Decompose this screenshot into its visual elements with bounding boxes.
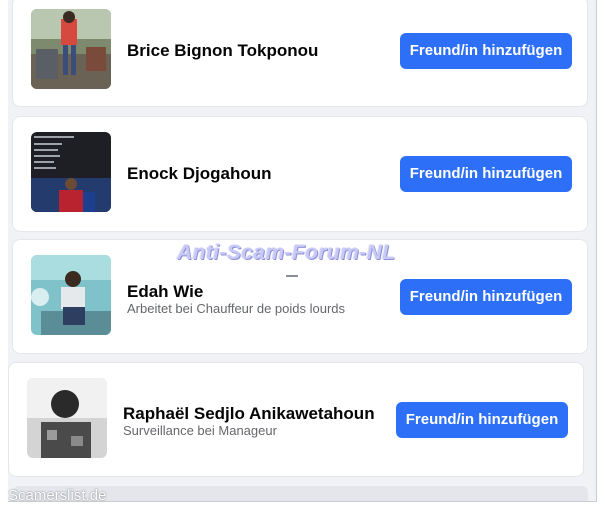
watermark-center: Anti-Scam-Forum-NL [177,241,396,264]
person-name[interactable]: Enock Djogahoun [127,164,272,184]
person-workplace: Surveillance bei Manageur [123,423,277,438]
profile-photo[interactable] [31,132,111,212]
add-friend-button[interactable]: Freund/in hinzufügen [396,402,568,438]
person-workplace: Arbeitet bei Chauffeur de poids lourds [127,301,346,316]
profile-photo[interactable] [27,378,107,458]
profile-photo[interactable] [31,255,111,335]
watermark-corner: Scamerslist.de [8,487,107,504]
add-friend-button[interactable]: Freund/in hinzufügen [400,33,572,69]
person-name[interactable]: Edah Wie [127,282,203,302]
person-name[interactable]: Raphaël Sedjlo Anikawetahoun [123,404,375,424]
person-card: Enock Djogahoun Freund/in hinzufügen [12,116,588,232]
person-name[interactable]: Brice Bignon Tokponou [127,41,318,61]
person-card: Brice Bignon Tokponou Freund/in hinzufüg… [12,0,588,107]
profile-photo[interactable] [31,9,111,89]
add-friend-button[interactable]: Freund/in hinzufügen [400,279,572,315]
add-friend-button[interactable]: Freund/in hinzufügen [400,156,572,192]
person-card: Raphaël Sedjlo Anikawetahoun Surveillanc… [8,362,584,477]
divider-mark [286,275,298,277]
